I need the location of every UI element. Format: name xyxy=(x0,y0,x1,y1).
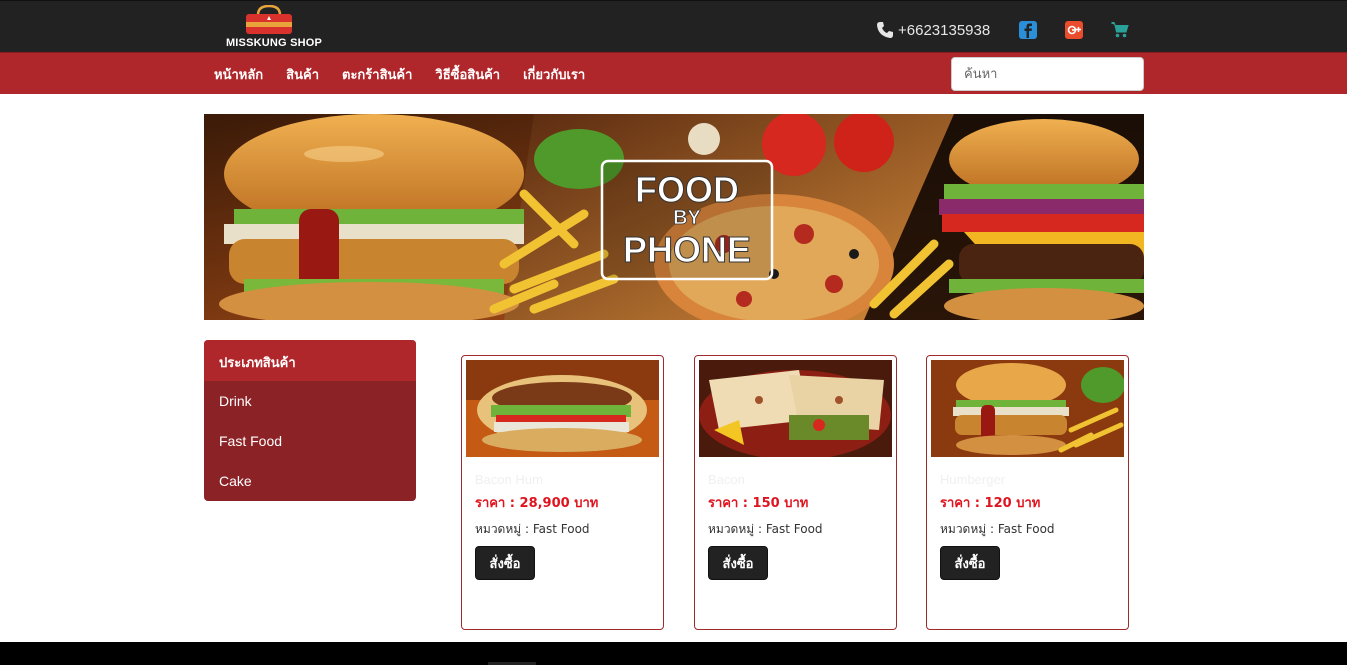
food-banner-image: FOOD BY PHONE xyxy=(204,114,1144,320)
product-image[interactable] xyxy=(931,360,1124,457)
top-bar: MISSKUNG SHOP +6623135938 xyxy=(0,0,1347,52)
banner-line-3: PHONE xyxy=(623,229,751,270)
phone-contact: +6623135938 xyxy=(876,19,990,41)
nav-item-cart[interactable]: ตะกร้าสินค้า xyxy=(342,64,412,85)
order-button[interactable]: สั่งซื้อ xyxy=(475,546,535,580)
order-button[interactable]: สั่งซื้อ xyxy=(708,546,768,580)
main-navbar: หน้าหลัก สินค้า ตะกร้าสินค้า วิธีซื้อสิน… xyxy=(0,52,1347,94)
banner-line-2: BY xyxy=(673,207,701,229)
product-image[interactable] xyxy=(466,360,659,457)
product-price: ราคา : 150 บาท xyxy=(708,496,809,511)
nav-item-home[interactable]: หน้าหลัก xyxy=(214,64,263,85)
site-logo[interactable]: MISSKUNG SHOP xyxy=(222,5,326,49)
product-category: หมวดหมู่ : Fast Food xyxy=(940,522,1055,536)
order-button[interactable]: สั่งซื้อ xyxy=(940,546,1000,580)
banner-line-1: FOOD xyxy=(635,169,739,210)
phone-icon xyxy=(877,22,893,38)
nav-item-how-to-buy[interactable]: วิธีซื้อสินค้า xyxy=(435,64,500,85)
product-price: ราคา : 120 บาท xyxy=(940,496,1041,511)
sidebar-item-cake[interactable]: Cake xyxy=(204,461,416,501)
kebab-wrap-image xyxy=(466,360,659,457)
category-sidebar: ประเภทสินค้า Drink Fast Food Cake xyxy=(204,340,416,501)
google-plus-icon[interactable] xyxy=(1065,21,1083,39)
burrito-wrap-image xyxy=(699,360,892,457)
product-card: Humberger ราคา : 120 บาท หมวดหมู่ : Fast… xyxy=(926,355,1129,630)
product-category: หมวดหมู่ : Fast Food xyxy=(708,522,823,536)
sidebar-title: ประเภทสินค้า xyxy=(204,340,416,381)
product-name[interactable]: Bacon Hum xyxy=(475,472,543,487)
footer xyxy=(0,642,1347,665)
nav-item-products[interactable]: สินค้า xyxy=(286,64,319,85)
product-price: ราคา : 28,900 บาท xyxy=(475,496,599,511)
product-category: หมวดหมู่ : Fast Food xyxy=(475,522,590,536)
product-card: Bacon Hum ราคา : 28,900 บาท หมวดหมู่ : F… xyxy=(461,355,664,630)
product-card: Bacon ราคา : 150 บาท หมวดหมู่ : Fast Foo… xyxy=(694,355,897,630)
hamburger-image xyxy=(931,360,1124,457)
product-name[interactable]: Bacon xyxy=(708,472,745,487)
product-image[interactable] xyxy=(699,360,892,457)
hero-banner: FOOD BY PHONE xyxy=(204,114,1144,320)
sidebar-item-drink[interactable]: Drink xyxy=(204,381,416,421)
sidebar-item-fast-food[interactable]: Fast Food xyxy=(204,421,416,461)
cart-icon[interactable] xyxy=(1111,21,1129,39)
phone-number: +6623135938 xyxy=(898,21,991,39)
nav-item-about[interactable]: เกี่ยวกับเรา xyxy=(523,64,585,85)
logo-text: MISSKUNG SHOP xyxy=(225,37,323,49)
search-input[interactable] xyxy=(951,57,1144,91)
product-name[interactable]: Humberger xyxy=(940,472,1005,487)
shopping-bag-logo-icon xyxy=(246,5,292,34)
nav-menu: หน้าหลัก สินค้า ตะกร้าสินค้า วิธีซื้อสิน… xyxy=(214,53,608,95)
facebook-icon[interactable] xyxy=(1019,21,1037,39)
